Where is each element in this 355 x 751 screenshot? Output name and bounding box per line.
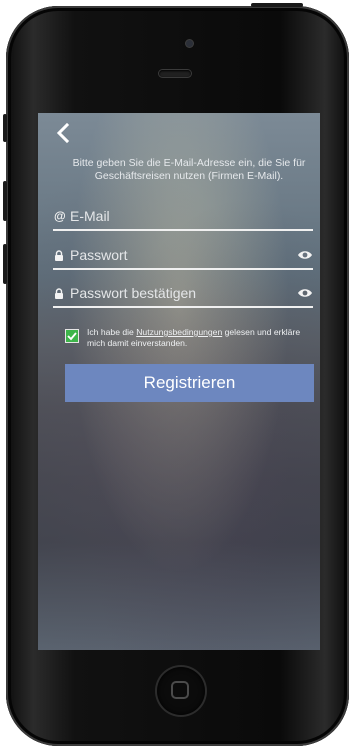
terms-checkbox[interactable]: [65, 329, 79, 343]
email-input[interactable]: [70, 205, 280, 227]
mute-switch: [3, 114, 7, 142]
terms-text-before: Ich habe die: [87, 327, 137, 337]
back-chevron-icon[interactable]: [52, 121, 76, 145]
front-camera: [186, 40, 193, 47]
volume-up-button: [3, 181, 7, 221]
password-confirm-input[interactable]: [70, 282, 280, 304]
password-field[interactable]: [53, 244, 313, 270]
terms-text: Ich habe die Nutzungsbedingungen gelesen…: [87, 327, 315, 348]
lock-icon: [55, 250, 63, 261]
volume-down-button: [3, 244, 7, 284]
email-field[interactable]: @: [53, 205, 313, 231]
power-button: [251, 3, 303, 7]
home-button-icon: [171, 681, 189, 699]
password-input[interactable]: [70, 244, 280, 266]
password-confirm-field[interactable]: [53, 282, 313, 308]
app-screen: Bitte geben Sie die E-Mail-Adresse ein, …: [38, 113, 320, 650]
at-sign-icon: @: [54, 209, 66, 223]
show-password-confirm-eye-icon[interactable]: [297, 287, 313, 299]
checkmark-icon: [67, 332, 77, 341]
show-password-eye-icon[interactable]: [297, 249, 313, 261]
home-button[interactable]: [157, 667, 205, 715]
register-button[interactable]: Registrieren: [65, 364, 314, 402]
lock-icon: [55, 288, 63, 299]
terms-link[interactable]: Nutzungsbedingungen: [136, 327, 222, 337]
intro-text: Bitte geben Sie die E-Mail-Adresse ein, …: [72, 157, 306, 182]
earpiece-speaker: [159, 70, 191, 77]
